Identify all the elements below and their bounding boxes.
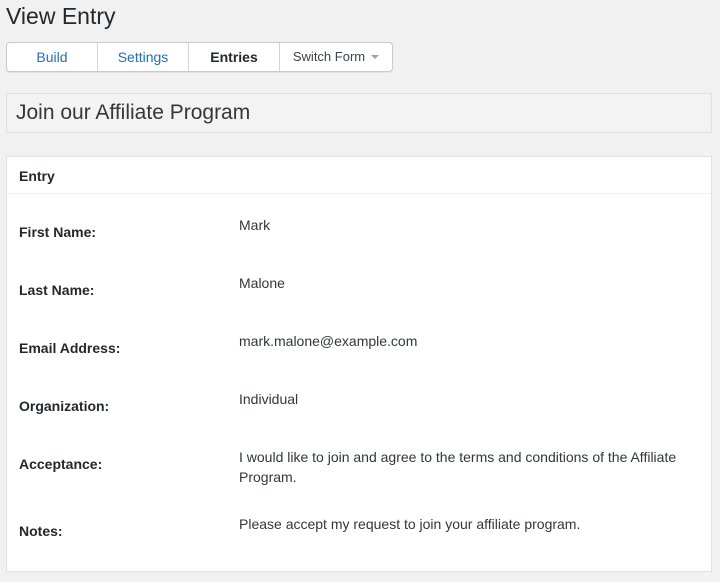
switch-form-label: Switch Form bbox=[292, 49, 366, 64]
field-value: I would like to join and agree to the te… bbox=[239, 449, 677, 485]
field-label: Notes: bbox=[19, 523, 63, 539]
page-title: View Entry bbox=[6, 3, 116, 29]
field-label: First Name: bbox=[19, 224, 97, 240]
field-value: Mark bbox=[239, 217, 271, 233]
tab-build[interactable]: Build bbox=[7, 43, 98, 71]
switch-form-dropdown[interactable]: Switch Form bbox=[280, 43, 392, 71]
entry-panel-header: Entry bbox=[7, 157, 711, 194]
field-value: Individual bbox=[239, 391, 299, 407]
field-label: Email Address: bbox=[19, 340, 121, 356]
tab-settings[interactable]: Settings bbox=[98, 43, 189, 71]
field-label: Last Name: bbox=[19, 282, 95, 298]
form-title-box: Join our Affiliate Program bbox=[6, 93, 712, 133]
field-label: Acceptance: bbox=[19, 456, 103, 472]
field-value: mark.malone@example.com bbox=[239, 333, 418, 349]
field-value: Malone bbox=[239, 275, 285, 291]
form-nav-tabs: Build Settings Entries Switch Form bbox=[6, 42, 393, 72]
entry-panel: Entry First Name: Mark Last Name: Malone… bbox=[6, 156, 712, 572]
field-label: Organization: bbox=[19, 398, 110, 414]
chevron-down-icon bbox=[371, 54, 380, 59]
tab-entries[interactable]: Entries bbox=[189, 43, 280, 71]
field-value: Please accept my request to join your af… bbox=[239, 516, 581, 532]
form-title: Join our Affiliate Program bbox=[16, 101, 251, 124]
